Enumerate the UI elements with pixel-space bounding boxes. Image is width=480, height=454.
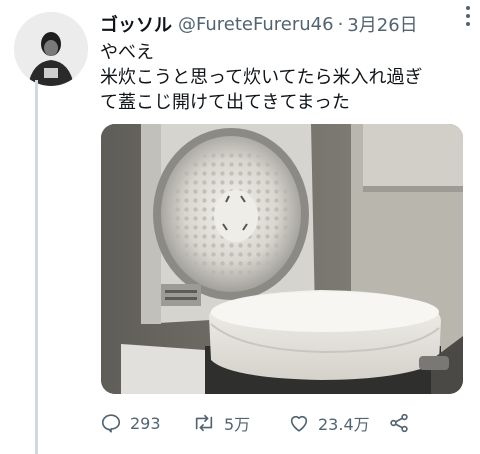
heart-icon: [290, 415, 308, 432]
tweet-text-line: やべえ: [100, 42, 154, 63]
user-handle[interactable]: @FureteFureru46: [178, 14, 334, 35]
avatar[interactable]: [14, 12, 88, 86]
reply-icon: [101, 414, 121, 433]
tweet-media-photo[interactable]: [101, 124, 463, 394]
thread-connector-line: [35, 80, 38, 454]
tweet-date[interactable]: 3月26日: [347, 11, 417, 37]
more-options-icon[interactable]: [460, 6, 476, 26]
header-separator: ·: [337, 13, 344, 35]
tweet-header: ゴッソル @FureteFureru46 · 3月26日: [100, 10, 468, 38]
tweet-text: やべえ 米炊こうと思って炊いてたら米入れ過ぎ て蓋こじ開けて出てきてまった: [100, 40, 466, 115]
retweet-count: 5万: [224, 415, 251, 434]
share-button[interactable]: [388, 412, 410, 434]
reply-button[interactable]: 293: [100, 412, 161, 434]
share-icon: [390, 413, 408, 433]
like-count: 23.4万: [318, 415, 370, 434]
tweet-actions: 293 5万 23.4万: [100, 408, 420, 438]
retweet-button[interactable]: 5万: [192, 411, 250, 435]
like-button[interactable]: 23.4万: [288, 411, 370, 435]
tweet[interactable]: ゴッソル @FureteFureru46 · 3月26日 やべえ 米炊こうと思っ…: [0, 0, 480, 454]
tweet-text-line: 米炊こうと思って炊いてたら米入れ過ぎ: [100, 67, 423, 88]
display-name[interactable]: ゴッソル: [100, 11, 172, 37]
retweet-icon: [195, 414, 213, 432]
tweet-text-line: て蓋こじ開けて出てきてまった: [100, 92, 350, 113]
reply-count: 293: [130, 413, 161, 433]
